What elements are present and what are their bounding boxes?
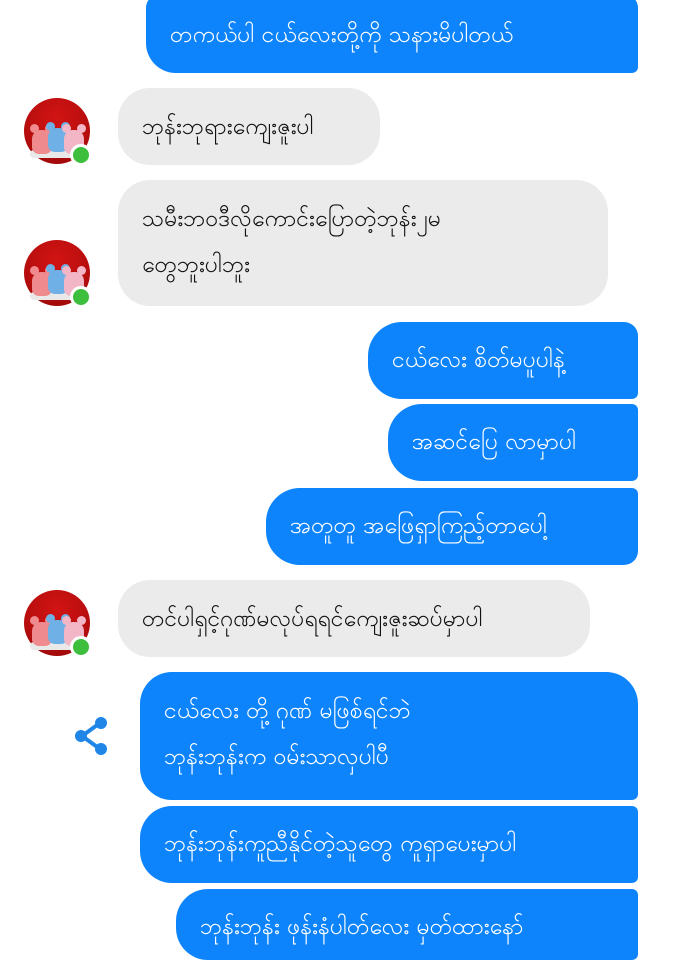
message-bubble-incoming[interactable]: ဘုန်းဘုရားကျေးဇူးပါ [118,88,380,165]
contact-avatar[interactable] [24,240,92,308]
message-bubble-outgoing[interactable]: တကယ်ပါ ငယ်လေးတို့ကို သနားမိပါတယ် [146,0,638,73]
message-bubble-incoming[interactable]: တင်ပါရှင့်ဂုဏ်မလုပ်ရရင်ကျေးဇူးဆပ်မှာပါ [118,580,590,657]
message-bubble-outgoing[interactable]: ဘုန်းဘုန်းကူညီနိုင်တဲ့သူတွေ ကူရှာပေးမှာပ… [140,806,638,883]
message-text: တကယ်ပါ ငယ်လေးတို့ကို သနားမိပါတယ် [170,22,514,48]
online-status-icon [70,144,92,166]
message-text-line: တွေဘူးပါဘူး [142,252,250,278]
message-text: ငယ်လေး စိတ်မပူပါနဲ့ [392,347,565,373]
share-icon[interactable] [70,714,114,758]
message-text: ဘုန်းဘုန်း ဖုန်းနံပါတ်လေး မှတ်ထားနော် [200,914,524,940]
message-text-line: ဘုန်းဘုန်းက ဝမ်းသာလှပါပီ [164,744,389,770]
message-text: ဘုန်းဘုရားကျေးဇူးပါ [142,114,314,140]
message-bubble-incoming[interactable]: သမီးဘဝဒီလိုကောင်းပြောတဲ့ဘုန်း၂မ တွေဘူးပါ… [118,180,608,306]
message-text-line: သမီးဘဝဒီလိုကောင်းပြောတဲ့ဘုန်း၂မ [142,206,441,232]
message-bubble-outgoing[interactable]: ငယ်လေး တို့ ဂုဏ် မဖြစ်ရင်ဘဲ ဘုန်းဘုန်းက … [140,672,638,800]
message-text: ဘုန်းဘုန်းကူညီနိုင်တဲ့သူတွေ ကူရှာပေးမှာပ… [164,831,517,857]
message-bubble-outgoing[interactable]: ငယ်လေး စိတ်မပူပါနဲ့ [368,322,638,399]
contact-avatar[interactable] [24,590,92,658]
message-text: အတူတူ အဖြေရှာကြည့်တာပေါ့ [290,513,547,539]
message-bubble-outgoing[interactable]: အတူတူ အဖြေရှာကြည့်တာပေါ့ [266,488,638,565]
message-bubble-outgoing[interactable]: အဆင်ပြေ လာမှာပါ [388,404,638,481]
message-text-line: ငယ်လေး တို့ ဂုဏ် မဖြစ်ရင်ဘဲ [164,698,411,724]
message-text: အဆင်ပြေ လာမှာပါ [412,429,577,455]
message-bubble-outgoing[interactable]: ဘုန်းဘုန်း ဖုန်းနံပါတ်လေး မှတ်ထားနော် [176,889,638,960]
message-text: တင်ပါရှင့်ဂုဏ်မလုပ်ရရင်ကျေးဇူးဆပ်မှာပါ [142,606,483,632]
contact-avatar[interactable] [24,98,92,166]
online-status-icon [70,286,92,308]
online-status-icon [70,636,92,658]
